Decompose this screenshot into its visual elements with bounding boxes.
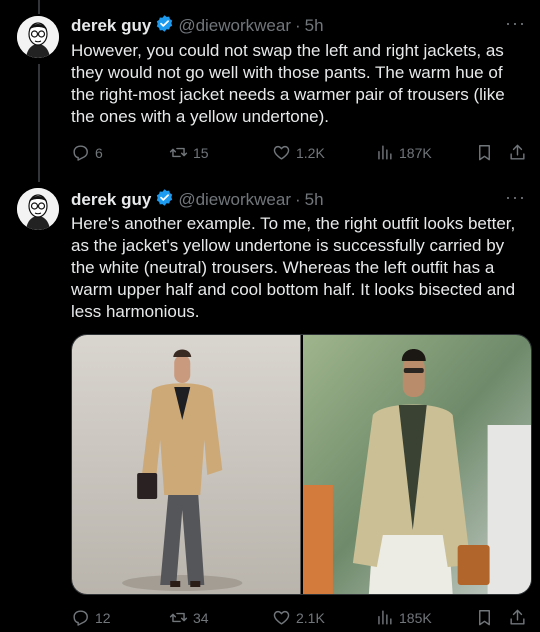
retweet-button[interactable]: 15 (169, 143, 209, 162)
author-handle[interactable]: @dieworkwear (178, 190, 291, 210)
retweet-count: 34 (193, 609, 209, 626)
share-icon (510, 609, 525, 625)
reply-count: 6 (95, 144, 103, 161)
retweet-icon (169, 147, 188, 158)
avatar[interactable] (17, 188, 59, 230)
bookmark-button[interactable] (475, 608, 494, 627)
author-name[interactable]: derek guy (71, 16, 151, 36)
author-handle[interactable]: @dieworkwear (178, 16, 291, 36)
more-icon[interactable]: ··· (505, 13, 526, 34)
tweet-header: derek guy @dieworkwear · 5h (71, 14, 324, 38)
bookmark-icon (479, 610, 490, 626)
timestamp[interactable]: 5h (305, 190, 324, 210)
reply-button[interactable]: 6 (71, 143, 103, 162)
views-button[interactable]: 187K (375, 143, 432, 162)
like-button[interactable]: 2.1K (272, 608, 325, 627)
bookmark-icon (479, 145, 490, 161)
reply-icon (73, 610, 88, 626)
bookmark-button[interactable] (475, 143, 494, 162)
timestamp[interactable]: 5h (305, 16, 324, 36)
share-icon (510, 144, 525, 160)
tweet-1[interactable]: derek guy @dieworkwear · 5h ··· However,… (0, 0, 540, 180)
media-grid (71, 334, 532, 595)
retweet-button[interactable]: 34 (169, 608, 209, 627)
photo-left-outfit[interactable] (72, 335, 301, 594)
action-bar: 12 34 2.1K 185K (71, 608, 529, 628)
like-icon (273, 145, 290, 160)
view-count: 185K (399, 609, 432, 626)
reply-icon (73, 145, 88, 161)
more-icon[interactable]: ··· (505, 187, 526, 208)
like-button[interactable]: 1.2K (272, 143, 325, 162)
tweet-text: However, you could not swap the left and… (71, 41, 505, 126)
action-bar: 6 15 1.2K 187K (71, 143, 529, 163)
view-count: 187K (399, 144, 432, 161)
verified-badge-icon (155, 188, 174, 212)
retweet-icon (169, 612, 188, 623)
views-icon (378, 145, 392, 160)
verified-badge-icon (155, 14, 174, 38)
author-name[interactable]: derek guy (71, 190, 151, 210)
separator-dot: · (295, 16, 301, 35)
separator-dot: · (295, 190, 301, 209)
like-count: 2.1K (296, 609, 325, 626)
views-icon (378, 610, 392, 625)
like-count: 1.2K (296, 144, 325, 161)
tweet-header: derek guy @dieworkwear · 5h (71, 188, 324, 212)
avatar[interactable] (17, 16, 59, 58)
share-button[interactable] (508, 143, 527, 162)
tweet-text: Here's another example. To me, the right… (71, 214, 516, 321)
views-button[interactable]: 185K (375, 608, 432, 627)
like-icon (273, 610, 290, 625)
retweet-count: 15 (193, 144, 209, 161)
photo-right-outfit[interactable] (302, 335, 531, 594)
reply-button[interactable]: 12 (71, 608, 111, 627)
share-button[interactable] (508, 608, 527, 627)
reply-count: 12 (95, 609, 111, 626)
